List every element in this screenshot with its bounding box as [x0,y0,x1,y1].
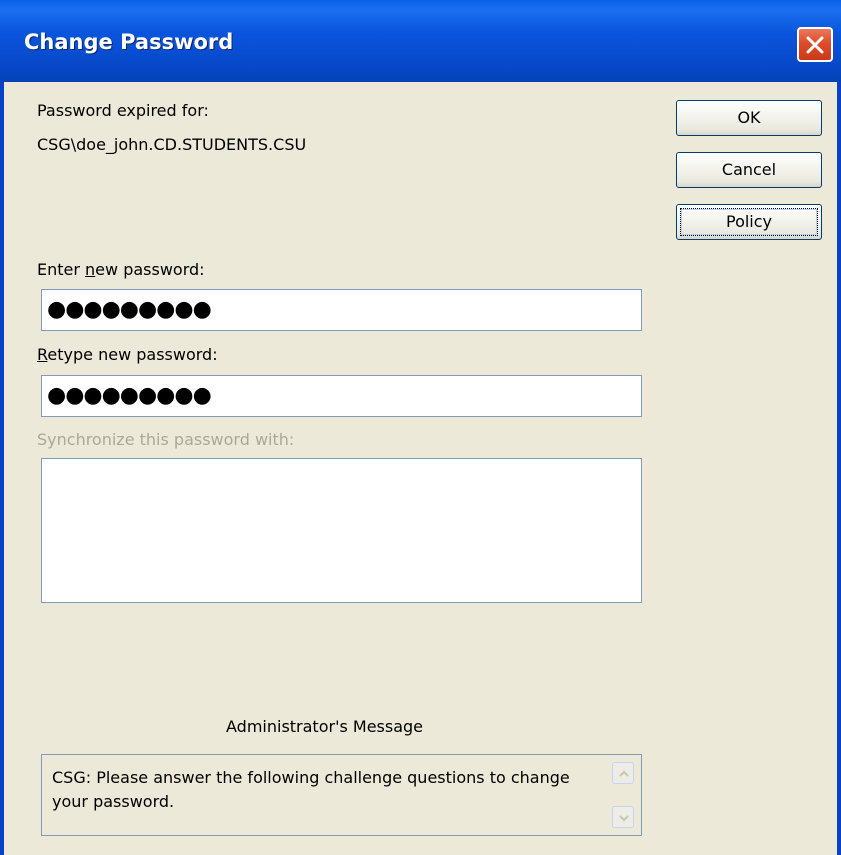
scroll-down-button[interactable] [612,806,634,828]
admin-message-heading: Administrator's Message [226,717,424,736]
close-button[interactable] [797,27,833,62]
new-password-accelerator: n [85,260,96,279]
retype-password-field[interactable]: ●●●●●●●●● [41,375,642,417]
sync-listbox[interactable] [41,458,642,603]
new-password-label-prefix: Enter [37,260,86,279]
retype-password-accelerator: R [37,345,48,364]
new-password-field[interactable]: ●●●●●●●●● [41,289,642,331]
ok-button-label: OK [737,108,761,127]
expired-label: Password expired for: [37,101,209,120]
new-password-value: ●●●●●●●●● [47,297,212,322]
title-bar[interactable]: Change Password [0,0,841,82]
scroll-up-button[interactable] [612,762,634,784]
sync-label: Synchronize this password with: [37,430,295,449]
policy-button[interactable]: Policy [676,204,822,240]
chevron-up-icon [619,770,629,777]
retype-password-value: ●●●●●●●●● [47,383,212,408]
retype-password-label-suffix: etype new password: [47,345,218,364]
window-title: Change Password [24,30,234,54]
admin-message-box[interactable]: CSG: Please answer the following challen… [41,754,642,836]
admin-message-text: CSG: Please answer the following challen… [52,768,570,811]
cancel-button-label: Cancel [721,160,777,179]
policy-button-label: Policy [725,212,773,231]
retype-password-label: Retype new password: [37,345,218,364]
account-name: CSG\doe_john.CD.STUDENTS.CSU [37,135,307,154]
ok-button[interactable]: OK [676,100,822,136]
message-scrollbar[interactable] [612,762,634,828]
chevron-down-icon [619,815,629,822]
change-password-dialog: Change Password Password expired for: CS… [0,0,841,855]
new-password-label: Enter new password: [37,260,205,279]
close-icon [806,36,824,54]
new-password-label-suffix: ew password: [95,260,205,279]
cancel-button[interactable]: Cancel [676,152,822,188]
